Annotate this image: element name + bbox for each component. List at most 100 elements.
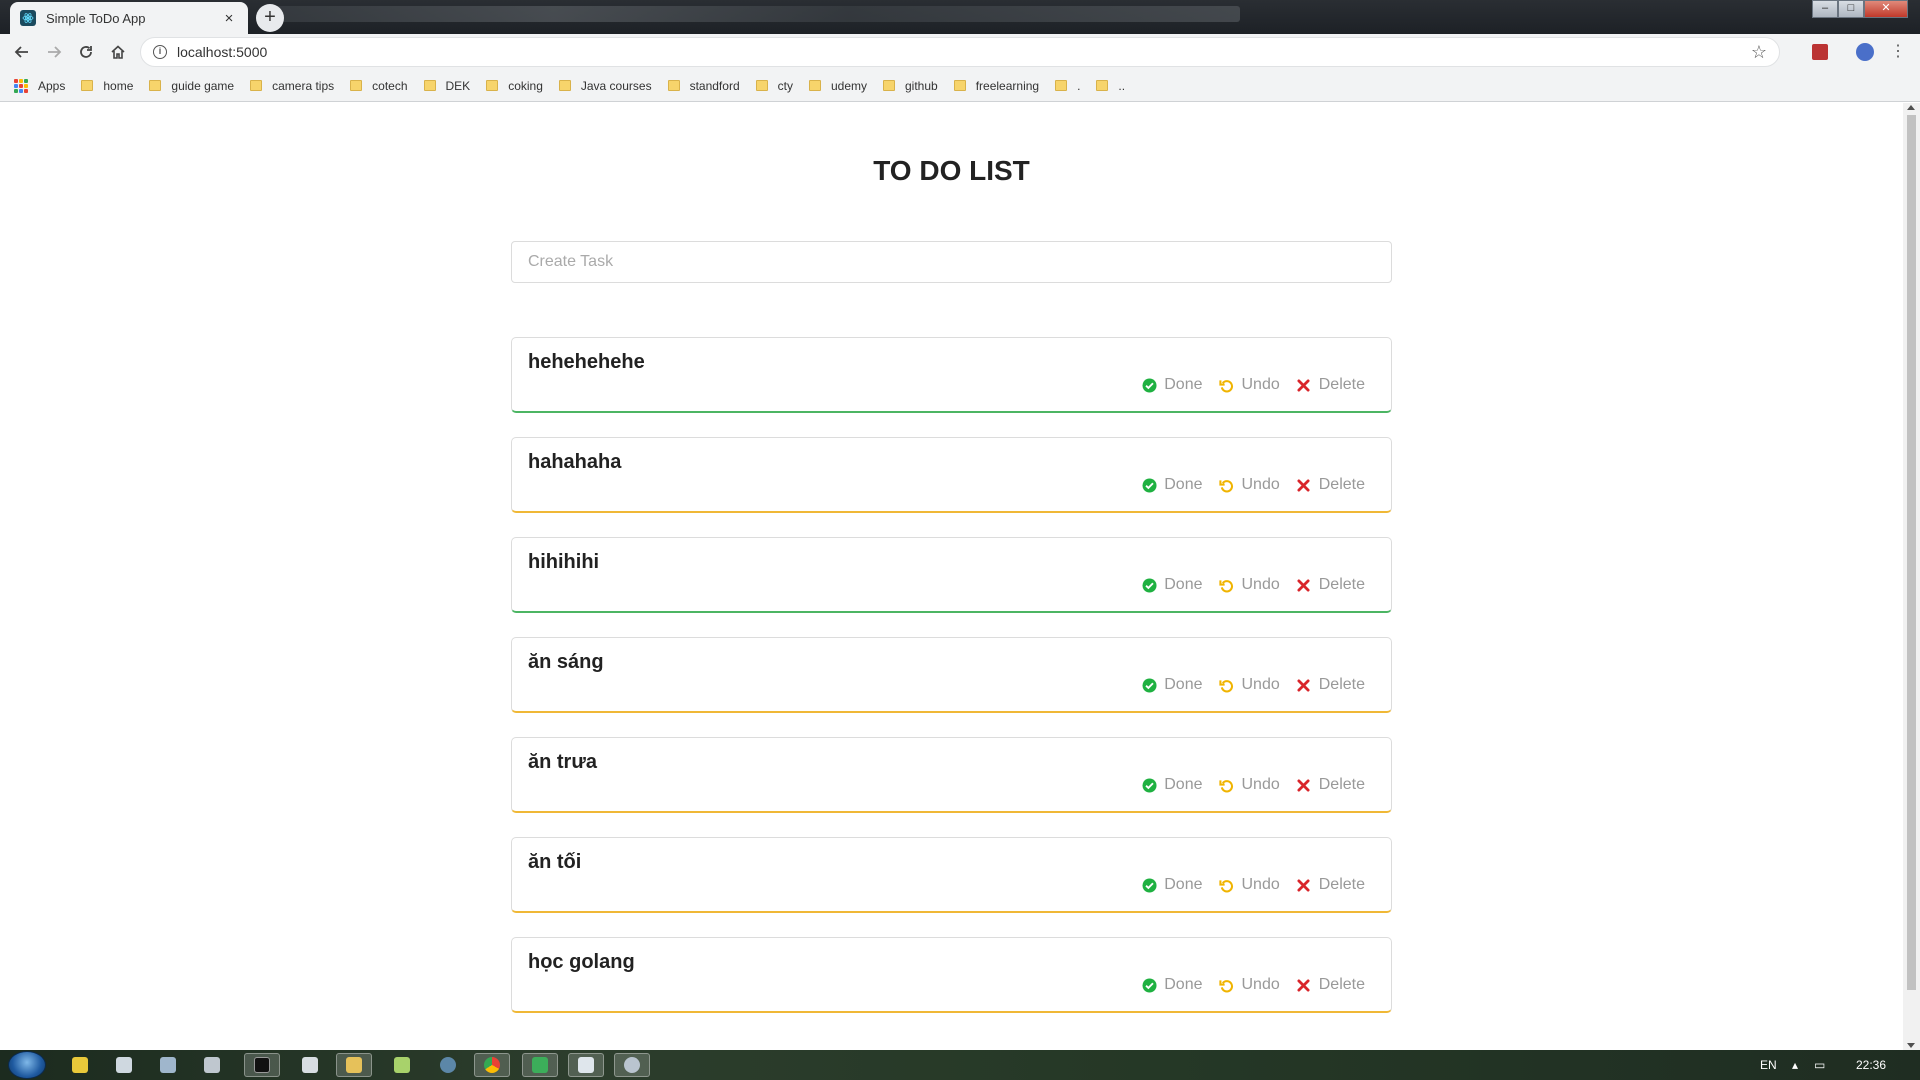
close-icon [1296,777,1312,793]
task-card: ăn tối Done Undo Delete [511,837,1392,913]
browser-tab[interactable]: Simple ToDo App × [10,2,248,34]
undo-button[interactable]: Undo [1219,676,1280,694]
undo-icon [1219,677,1235,693]
bookmark-folder[interactable]: guide game [149,79,234,93]
undo-button[interactable]: Undo [1219,776,1280,794]
bookmark-label: camera tips [272,78,335,93]
bookmark-folder[interactable]: freelearning [953,78,1040,93]
undo-button[interactable]: Undo [1219,976,1280,994]
bookmark-folder[interactable]: home [81,79,133,93]
maximize-button[interactable]: □ [1838,0,1864,18]
done-button[interactable]: Done [1141,776,1203,794]
delete-button[interactable]: Delete [1296,576,1365,594]
bookmark-label: cotech [372,78,408,93]
forward-arrow-icon[interactable] [38,36,70,68]
taskbar-steam-icon[interactable] [430,1053,466,1077]
bookmark-folder[interactable]: coking [486,79,543,93]
browser-menu-icon[interactable]: ⋮ [1888,42,1908,62]
tab-title: Simple ToDo App [46,10,146,26]
undo-icon [1219,777,1235,793]
taskbar-app-icon[interactable] [62,1053,98,1077]
bookmark-label: guide game [171,78,235,93]
task-actions: Done Undo Delete [1125,376,1365,394]
undo-icon [1219,377,1235,393]
scroll-down-arrow-icon[interactable] [1907,1043,1915,1048]
undo-button[interactable]: Undo [1219,576,1280,594]
taskbar-terminal-icon[interactable] [244,1053,280,1077]
bookmark-label: freelearning [975,78,1040,93]
taskbar-app-icon[interactable] [384,1053,420,1077]
bookmark-folder[interactable]: udemy [808,79,867,93]
network-icon[interactable]: ▭ [1814,1050,1825,1080]
undo-button[interactable]: Undo [1219,376,1280,394]
close-icon [1296,577,1312,593]
bookmark-folder[interactable]: camera tips [250,79,334,93]
bookmark-folder[interactable]: github [883,79,938,93]
bookmark-apps[interactable]: Apps [14,78,65,93]
scroll-up-arrow-icon[interactable] [1907,105,1915,110]
done-button[interactable]: Done [1141,876,1203,894]
taskbar-explorer-icon[interactable] [336,1053,372,1077]
new-tab-button[interactable]: + [256,4,284,32]
done-button[interactable]: Done [1141,376,1203,394]
bookmark-folder[interactable]: Java courses [558,78,652,93]
bookmark-folder[interactable]: . [1055,79,1080,93]
close-icon [1296,877,1312,893]
task-card: ăn trưa Done Undo Delete [511,737,1392,813]
clock[interactable]: 22:36 [1856,1050,1886,1080]
folder-icon [755,80,768,91]
browser-toolbar: i localhost:5000 ☆ [0,34,1920,70]
window-close-button[interactable]: ✕ [1864,0,1908,18]
address-bar[interactable]: i localhost:5000 ☆ [140,37,1780,67]
done-button[interactable]: Done [1141,976,1203,994]
taskbar-app-icon[interactable] [568,1053,604,1077]
folder-icon [1055,80,1068,91]
taskbar-app-icon[interactable] [194,1053,230,1077]
language-indicator[interactable]: EN [1760,1050,1777,1080]
page-scrollbar[interactable] [1903,103,1920,1050]
pdf-extension-icon[interactable] [1810,42,1830,62]
delete-button[interactable]: Delete [1296,876,1365,894]
done-button[interactable]: Done [1141,676,1203,694]
undo-button[interactable]: Undo [1219,476,1280,494]
delete-button[interactable]: Delete [1296,776,1365,794]
task-name: ăn trưa [528,751,597,773]
create-task-input[interactable] [511,241,1392,283]
bookmark-folder[interactable]: standford [667,79,740,93]
task-name: hehehehehe [528,351,645,373]
bookmark-folder[interactable]: .. [1096,79,1125,93]
delete-label: Delete [1318,476,1365,493]
undo-icon [1219,877,1235,893]
profile-avatar-icon[interactable] [1855,42,1875,62]
bookmark-folder[interactable]: DEK [423,79,470,93]
taskbar-app-icon[interactable] [292,1053,328,1077]
reload-icon[interactable] [70,36,102,68]
taskbar-app-icon[interactable] [522,1053,558,1077]
delete-button[interactable]: Delete [1296,676,1365,694]
taskbar-chrome-icon[interactable] [474,1053,510,1077]
site-info-icon[interactable]: i [153,45,167,59]
bookmark-label: Java courses [580,78,652,93]
start-button[interactable] [8,1051,46,1079]
tab-close-icon[interactable]: × [220,10,238,27]
delete-label: Delete [1318,976,1365,993]
minimize-button[interactable]: – [1812,0,1838,18]
taskbar-app-icon[interactable] [614,1053,650,1077]
delete-button[interactable]: Delete [1296,976,1365,994]
bookmark-folder[interactable]: cotech [350,78,408,93]
delete-button[interactable]: Delete [1296,376,1365,394]
taskbar-app-icon[interactable] [106,1053,142,1077]
taskbar-app-icon[interactable] [150,1053,186,1077]
done-button[interactable]: Done [1141,576,1203,594]
done-label: Done [1164,876,1203,893]
done-label: Done [1164,976,1203,993]
tray-expand-icon[interactable]: ▴ [1792,1050,1798,1080]
scrollbar-thumb[interactable] [1907,115,1916,990]
done-button[interactable]: Done [1141,476,1203,494]
home-icon[interactable] [102,36,134,68]
bookmark-star-icon[interactable]: ☆ [1751,42,1767,63]
bookmark-folder[interactable]: cty [755,79,793,93]
back-arrow-icon[interactable] [6,36,38,68]
undo-button[interactable]: Undo [1219,876,1280,894]
delete-button[interactable]: Delete [1296,476,1365,494]
